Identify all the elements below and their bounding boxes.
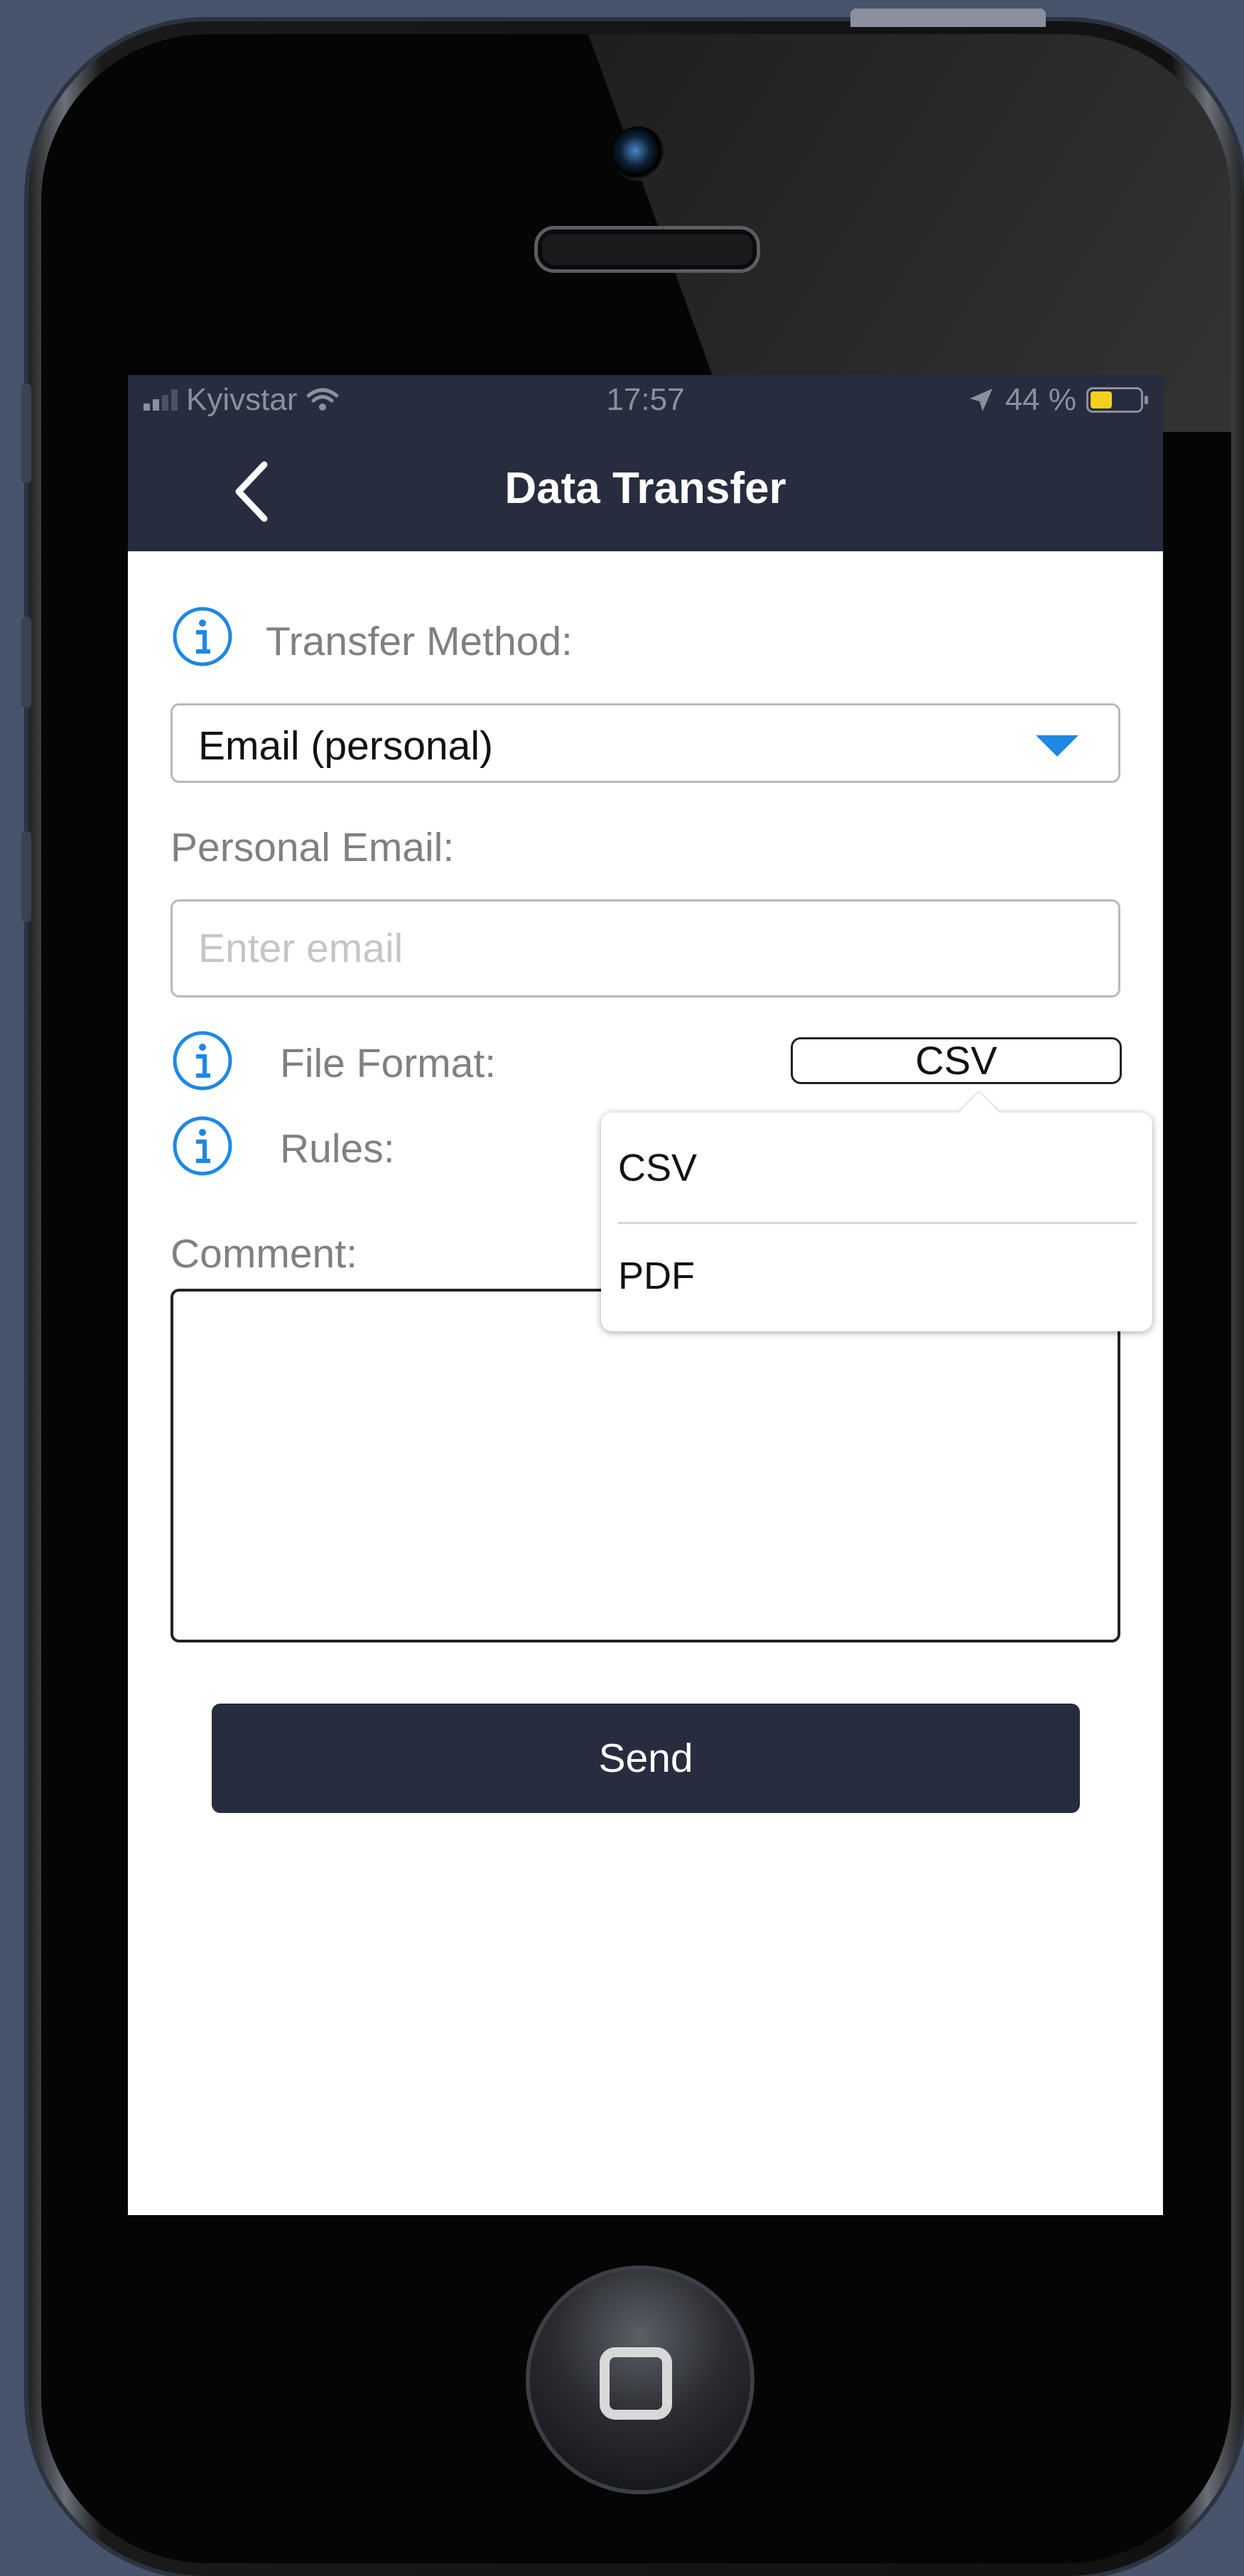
rules-label: Rules: [280,1126,395,1171]
volume-down-button [21,831,31,922]
transfer-method-value: Email (personal) [198,723,493,769]
info-icon[interactable] [172,606,233,667]
page-title: Data Transfer [504,464,786,513]
dropdown-caret-icon [1036,735,1078,757]
earpiece-speaker [534,226,760,273]
format-option-pdf[interactable]: PDF [618,1226,1137,1326]
send-button[interactable]: Send [212,1704,1080,1813]
status-right-group: 44 % [967,382,1148,418]
comment-label: Comment: [171,1231,357,1277]
email-field[interactable] [171,899,1120,997]
power-button [850,9,1046,27]
format-option-csv[interactable]: CSV [618,1118,1137,1218]
personal-email-label: Personal Email: [171,825,455,870]
info-icon[interactable] [172,1115,233,1176]
file-format-label: File Format: [280,1041,497,1086]
popover-divider [618,1222,1137,1224]
file-format-popover: CSV PDF [601,1092,1152,1331]
battery-percentage: 44 % [1005,382,1076,417]
transfer-method-select[interactable]: Email (personal) [171,703,1120,783]
info-icon[interactable] [172,1030,233,1091]
comment-textarea[interactable] [171,1289,1120,1643]
app-screen: Kyivstar 17:57 44 % Data Transfer Transf… [128,375,1163,2215]
status-bar: Kyivstar 17:57 44 % [128,375,1163,426]
volume-up-button [21,617,31,708]
front-camera [611,126,665,180]
location-arrow-icon [969,389,993,411]
mute-switch [21,384,31,483]
home-square-icon [600,2347,672,2420]
file-format-button[interactable]: CSV [791,1037,1122,1084]
battery-level-fill [1091,391,1112,408]
battery-icon [1086,387,1148,413]
transfer-method-label: Transfer Method: [266,619,573,664]
nav-bar: Data Transfer [128,426,1163,551]
